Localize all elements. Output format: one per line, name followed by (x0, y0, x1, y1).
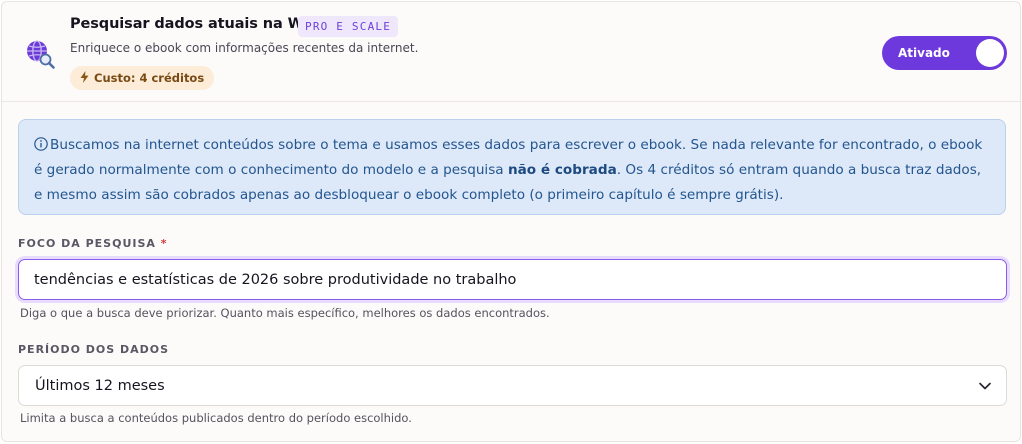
globe-search-icon (27, 40, 55, 69)
chevron-down-icon (979, 382, 991, 390)
feature-title: Pesquisar dados atuais na Web (70, 16, 323, 32)
period-label: PERÍODO DOS DADOS (18, 343, 170, 356)
focus-input[interactable] (18, 259, 1007, 300)
card-header: Pesquisar dados atuais na Web PRO E SCAL… (2, 2, 1022, 102)
info-circle-icon (34, 137, 48, 151)
feature-subtitle: Enriquece o ebook com informações recent… (70, 41, 419, 55)
focus-label: FOCO DA PESQUISA * (18, 237, 168, 250)
info-notice: Buscamos na internet conteúdos sobre o t… (18, 119, 1006, 215)
web-search-card: Pesquisar dados atuais na Web PRO E SCAL… (1, 1, 1022, 442)
cost-badge: Custo: 4 créditos (70, 66, 215, 90)
lightning-bolt-icon (80, 71, 89, 83)
toggle-label: Ativado (898, 46, 950, 60)
period-hint: Limita a busca a conteúdos publicados de… (20, 411, 412, 425)
toggle-knob (976, 39, 1004, 67)
focus-hint: Diga o que a busca deve priorizar. Quant… (20, 306, 550, 320)
focus-label-text: FOCO DA PESQUISA (18, 237, 156, 250)
info-text-bold: não é cobrada (507, 162, 617, 178)
plan-badge: PRO E SCALE (298, 16, 399, 37)
required-mark: * (160, 237, 168, 250)
feature-toggle[interactable]: Ativado (882, 36, 1007, 70)
cost-label: Custo: 4 créditos (94, 71, 205, 85)
period-selected-value: Últimos 12 meses (35, 378, 165, 394)
period-select[interactable]: Últimos 12 meses (18, 365, 1007, 406)
